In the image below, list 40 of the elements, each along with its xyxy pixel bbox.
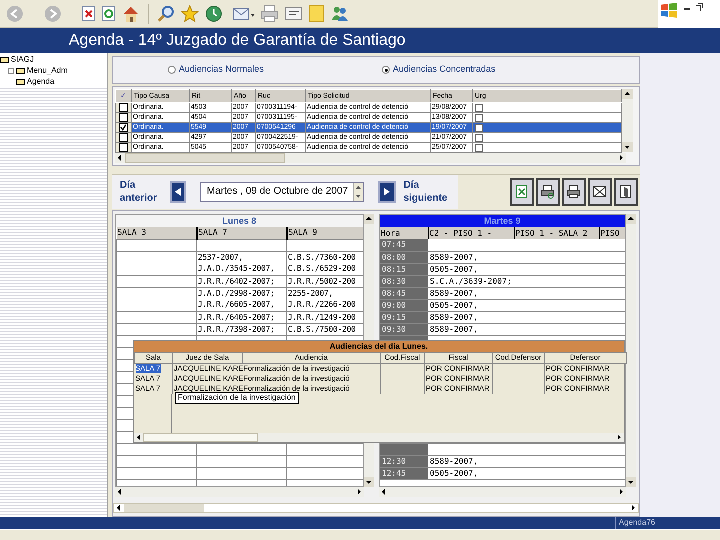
table-cell-text: C.B.S./6529-200 <box>288 262 357 274</box>
table-cell-text: J.R.R./1249-200 <box>288 312 357 322</box>
day-title: Lunes 8 <box>116 215 363 227</box>
time-cell: 08:45 <box>380 287 428 299</box>
tooltip: Formalización de la investigación <box>175 392 299 404</box>
table-cell-text: J.R.R./6402-2007; <box>198 276 276 286</box>
table-cell-text: J.R.R./5002-200 <box>288 276 357 286</box>
next-day-label: Día siguiente <box>404 178 449 204</box>
table-cell-text: 0505-2007, <box>430 468 478 478</box>
time-cell: 07:45 <box>380 239 428 251</box>
time-cell: 08:30 <box>380 275 428 287</box>
table-cell-text: 0505-2007, <box>430 300 478 310</box>
time-cell: 09:30 <box>380 323 428 335</box>
window-title: Agenda - 14º Juzgado de Garantía de Santiago <box>69 32 406 48</box>
table-cell-text: C.B.S./7360-200 <box>288 252 357 262</box>
time-cell: 09:15 <box>380 311 428 323</box>
table-cell-text: J.A.D./3545-2007, <box>198 262 276 274</box>
time-cell: 12:45 <box>380 467 428 479</box>
day-title: Martes 9 <box>380 215 625 227</box>
table-cell-text: J.R.R./6605-2007, <box>198 298 276 310</box>
table-cell-text: J.R.R./2266-200 <box>288 298 357 310</box>
table-cell-text: 8589-2007, <box>430 324 478 334</box>
table-cell-text: C.B.S./7500-200 <box>288 324 357 334</box>
table-cell-text: J.R.R./7398-2007; <box>198 324 276 334</box>
table-cell-text: 8589-2007, <box>430 288 478 298</box>
time-cell: 12:30 <box>380 455 428 467</box>
table-cell-text: J.A.D./2998-2007; <box>198 288 276 298</box>
table-cell-text: 8589-2007, <box>430 312 478 322</box>
previous-day-label: Día anterior <box>120 178 158 204</box>
table-cell-text: 2537-2007, <box>198 252 244 262</box>
table-cell-text: 0505-2007, <box>430 264 478 274</box>
popup-title: Audiencias del día Lunes. <box>134 341 624 352</box>
table-cell-text: 8589-2007, <box>430 456 478 466</box>
time-cell: 08:00 <box>380 251 428 263</box>
table-cell-text: J.R.R./6405-2007; <box>198 312 276 322</box>
table-cell-text: 2255-2007, <box>288 288 334 298</box>
time-cell: 09:00 <box>380 299 428 311</box>
table-cell-text: 8589-2007, <box>430 252 478 262</box>
time-cell: 08:15 <box>380 263 428 275</box>
table-cell-text: S.C.A./3639-2007; <box>430 276 512 286</box>
